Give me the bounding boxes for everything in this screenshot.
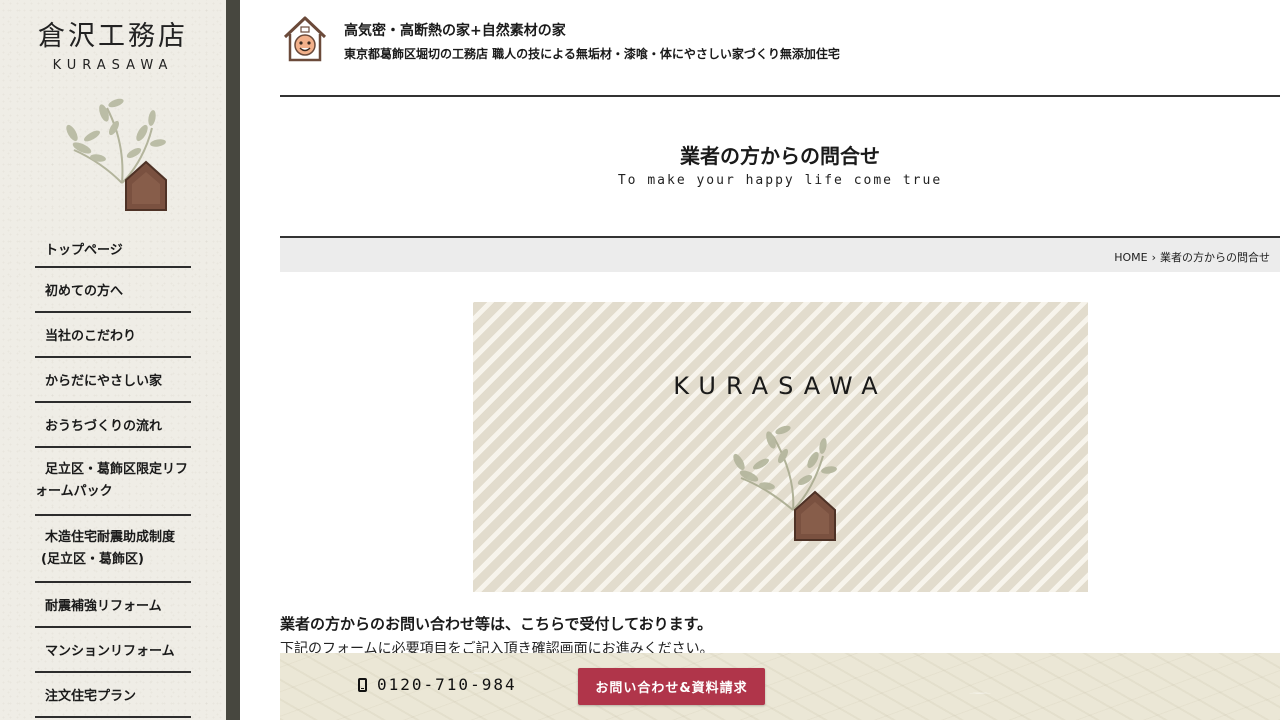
nav-item-label: 初めての方へ bbox=[45, 284, 124, 299]
header-divider bbox=[280, 95, 1280, 97]
site-subtitle: 東京都葛飾区堀切の工務店 職人の技による無垢材・漆喰・体にやさしい家づくり無添加… bbox=[344, 47, 840, 61]
nav-item-top[interactable]: トップページ bbox=[35, 230, 191, 268]
nav-item-custom-home[interactable]: 注文住宅プラン bbox=[35, 673, 191, 718]
logo-subtitle: KURASAWA bbox=[52, 58, 174, 73]
phone-link[interactable]: 0120-710-984 bbox=[358, 675, 517, 694]
nav-item-label: トップページ bbox=[45, 242, 123, 258]
nav-item-first-time[interactable]: 初めての方へ bbox=[35, 268, 191, 313]
intro-heading: 業者の方からのお問い合わせ等は、こちらで受付しております。 bbox=[280, 615, 713, 633]
nav-item-label: マンションリフォーム bbox=[45, 644, 175, 659]
page-title: 業者の方からの問合せ bbox=[680, 144, 880, 168]
contact-cta-bar: 0120-710-984 お問い合わせ&資料請求 bbox=[280, 653, 1280, 720]
nav-item-commitment[interactable]: 当社のこだわり bbox=[35, 313, 191, 358]
hero-wordmark: KURASAWA bbox=[673, 372, 888, 400]
nav-item-label-line1: 木造住宅耐震助成制度 bbox=[45, 529, 176, 545]
logo-title[interactable]: 倉沢工務店 bbox=[0, 14, 226, 53]
nav-item-label: からだにやさしい家 bbox=[45, 374, 163, 389]
sidebar-edge bbox=[226, 0, 240, 720]
phone-number: 0120-710-984 bbox=[377, 675, 517, 694]
nav-item-seismic-subsidy[interactable]: 木造住宅耐震助成制度 (足立区・葛飾区) bbox=[35, 516, 191, 583]
site-title[interactable]: 高気密・高断熱の家+自然素材の家 bbox=[344, 20, 566, 40]
breadcrumb-current: 業者の方からの問合せ bbox=[1160, 251, 1270, 264]
sidebar: 倉沢工務店 KURASAWA トップページ 初めての方へ 当社のこだわり からだ… bbox=[0, 0, 226, 720]
page-subtitle: To make your happy life come true bbox=[617, 173, 943, 188]
contact-request-button[interactable]: お問い合わせ&資料請求 bbox=[578, 668, 765, 705]
nav-item-label-line2: ォームパック bbox=[35, 484, 113, 499]
breadcrumb-home-link[interactable]: HOME bbox=[1114, 251, 1147, 264]
breadcrumb: HOME › 業者の方からの問合せ bbox=[280, 236, 1280, 272]
leaf-house-logo-icon[interactable] bbox=[52, 88, 172, 218]
nav-item-label-line2: (足立区・葛飾区) bbox=[41, 551, 144, 567]
house-face-icon[interactable] bbox=[282, 15, 328, 63]
breadcrumb-trail: HOME › 業者の方からの問合せ bbox=[1114, 249, 1270, 265]
hero-image: KURASAWA bbox=[473, 302, 1088, 592]
nav-item-flow[interactable]: おうちづくりの流れ bbox=[35, 403, 191, 448]
nav-item-label: 当社のこだわり bbox=[45, 329, 137, 344]
phone-icon bbox=[358, 677, 367, 692]
breadcrumb-separator: › bbox=[1151, 251, 1156, 264]
nav-item-healthy-house[interactable]: からだにやさしい家 bbox=[35, 358, 191, 403]
nav-item-label: 耐震補強リフォーム bbox=[45, 599, 162, 614]
nav-item-label: 注文住宅プラン bbox=[45, 689, 137, 704]
nav-item-mansion-reform[interactable]: マンションリフォーム bbox=[35, 628, 191, 673]
nav-item-seismic-reform[interactable]: 耐震補強リフォーム bbox=[35, 583, 191, 628]
nav-item-label: おうちづくりの流れ bbox=[45, 419, 163, 434]
sidebar-nav: トップページ 初めての方へ 当社のこだわり からだにやさしい家 おうちづくりの流… bbox=[35, 230, 191, 718]
nav-item-label-line1: 足立区・葛飾区限定リフ bbox=[45, 462, 189, 477]
leaf-house-illustration-icon bbox=[733, 425, 837, 541]
nav-item-reform-pack[interactable]: 足立区・葛飾区限定リフ ォームパック bbox=[35, 448, 191, 516]
